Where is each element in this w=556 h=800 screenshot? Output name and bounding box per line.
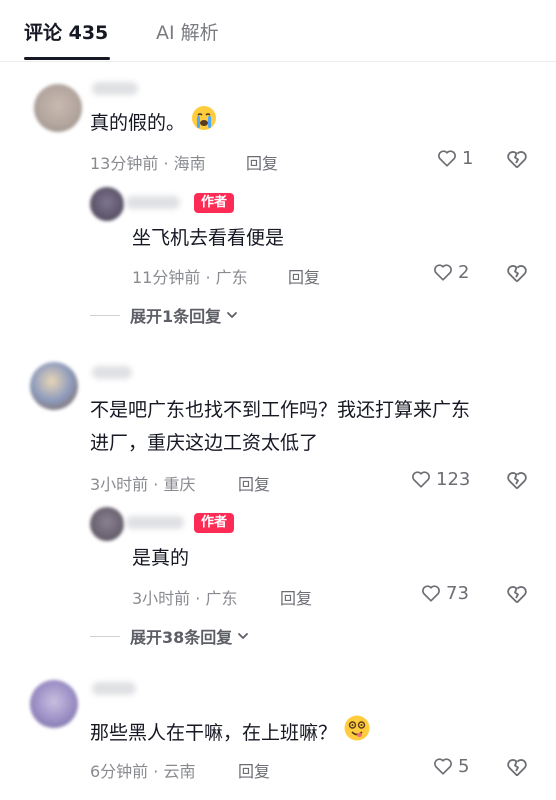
reply-meta: 11分钟前 · 广东 (132, 268, 248, 287)
expand-replies-label: 展开1条回复 (130, 307, 222, 326)
dislike-button[interactable] (505, 582, 529, 610)
comment-meta: 6分钟前 · 云南 (90, 762, 196, 781)
like-button[interactable]: 73 (420, 582, 469, 604)
like-button[interactable]: 2 (432, 261, 469, 283)
chevron-down-icon (238, 633, 249, 639)
crying-face-icon (191, 105, 217, 142)
comment-meta: 3小时前 · 重庆 (90, 475, 196, 494)
reply-button[interactable]: 回复 (288, 264, 320, 288)
heart-icon (412, 471, 430, 488)
dislike-button[interactable] (505, 261, 529, 289)
like-count: 123 (436, 468, 471, 490)
like-count: 2 (458, 261, 470, 283)
reply-button[interactable]: 回复 (238, 758, 270, 782)
tab-comments[interactable]: 评论 435 (24, 18, 108, 45)
tab-ai-analysis[interactable]: AI 解析 (156, 18, 219, 45)
broken-heart-icon (507, 265, 527, 283)
like-count: 5 (458, 755, 470, 777)
broken-heart-icon (507, 759, 527, 777)
username-blurred[interactable] (92, 682, 136, 695)
divider-line (90, 314, 120, 316)
expand-replies-button[interactable]: 展开1条回复 (90, 303, 239, 327)
comment-meta: 13分钟前 · 海南 (90, 154, 206, 173)
avatar[interactable] (90, 507, 124, 541)
comment-text-line-2: 进厂，重庆这边工资太低了 (90, 432, 319, 454)
avatar[interactable] (90, 187, 124, 221)
broken-heart-icon (507, 472, 527, 490)
heart-icon (422, 585, 440, 602)
active-tab-indicator (24, 57, 110, 60)
like-button[interactable]: 123 (410, 468, 470, 490)
dizzy-face-icon (343, 714, 371, 753)
avatar[interactable] (30, 680, 78, 728)
heart-icon (438, 150, 456, 167)
like-count: 73 (446, 582, 469, 604)
comment-tabs: 评论 435 AI 解析 (0, 0, 556, 62)
heart-icon (434, 758, 452, 775)
username-blurred[interactable] (126, 516, 184, 529)
author-badge: 作者 (194, 193, 235, 213)
expand-replies-label: 展开38条回复 (130, 628, 233, 647)
avatar[interactable] (30, 362, 78, 410)
reply-button[interactable]: 回复 (238, 471, 270, 495)
author-badge: 作者 (194, 513, 235, 533)
reply-button[interactable]: 回复 (280, 585, 312, 609)
username-blurred[interactable] (126, 196, 180, 209)
username-blurred[interactable] (92, 82, 138, 95)
comment-text-line-1: 不是吧广东也找不到工作吗？我还打算来广东 (90, 399, 471, 421)
avatar[interactable] (34, 84, 82, 132)
dislike-button[interactable] (505, 468, 529, 496)
chevron-down-icon (227, 312, 238, 318)
like-button[interactable]: 1 (436, 147, 473, 169)
dislike-button[interactable] (505, 147, 529, 175)
broken-heart-icon (507, 586, 527, 604)
dislike-button[interactable] (505, 755, 529, 783)
like-button[interactable]: 5 (432, 755, 469, 777)
broken-heart-icon (507, 151, 527, 169)
username-blurred[interactable] (92, 366, 132, 379)
comment-text-content: 那些黑人在干嘛，在上班嘛？ (90, 722, 338, 744)
expand-replies-button[interactable]: 展开38条回复 (90, 624, 250, 648)
reply-text: 坐飞机去看看便是 (132, 227, 285, 249)
reply-text: 是真的 (132, 547, 190, 569)
reply-button[interactable]: 回复 (246, 150, 278, 174)
heart-icon (434, 264, 452, 281)
comment-text-content: 真的假的。 (90, 112, 186, 134)
reply-meta: 3小时前 · 广东 (132, 589, 238, 608)
comment-text: 那些黑人在干嘛，在上班嘛？ (90, 714, 371, 753)
comment-text: 真的假的。 (90, 105, 217, 142)
like-count: 1 (462, 147, 474, 169)
divider-line (90, 635, 120, 637)
